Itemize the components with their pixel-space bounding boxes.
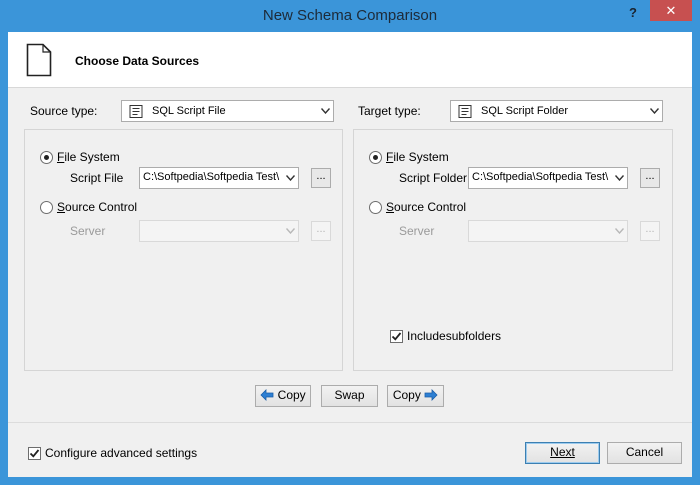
chevron-down-icon [286,228,295,234]
chevron-down-icon [615,175,624,181]
close-button[interactable]: ✕ [650,0,692,21]
swap-label: Swap [334,388,365,402]
script-file-icon [129,105,143,118]
source-filesystem-label[interactable]: File System [57,150,120,164]
target-server-browse-button[interactable]: ... [640,221,660,241]
target-server-combo[interactable] [468,220,628,242]
title-bar[interactable]: New Schema Comparison ? ✕ [0,0,700,32]
checkmark-icon [391,332,402,341]
target-source-control-text: ource Control [394,200,467,214]
help-button[interactable]: ? [622,3,644,23]
target-source-control-radio[interactable] [369,201,382,214]
script-file-path-combo[interactable]: C:\Softpedia\Softpedia Test\ [139,167,299,189]
source-type-value: SQL Script File [152,105,226,117]
target-type-dropdown[interactable]: SQL Script Folder [450,100,663,122]
source-browse-button[interactable]: ... [311,168,331,188]
target-filesystem-radio[interactable] [369,151,382,164]
radio-selected-dot [373,155,378,160]
arrow-right-icon [424,388,438,401]
swap-button[interactable]: Swap [321,385,378,407]
target-filesystem-text: ile System [393,150,449,164]
page-title: Choose Data Sources [75,54,200,68]
next-label: Next [550,445,575,459]
window-title: New Schema Comparison [262,7,438,24]
script-file-label: Script File [70,171,124,185]
source-panel: File System Script File C:\Softpedia\Sof… [24,129,343,371]
chevron-down-icon [286,175,295,181]
chevron-down-icon [650,108,659,114]
target-source-control-label[interactable]: Source Control [386,200,466,214]
source-server-browse-button[interactable]: ... [311,221,331,241]
source-control-radio[interactable] [40,201,53,214]
source-server-label: Server [70,224,106,238]
next-button[interactable]: Next [525,442,600,464]
radio-selected-dot [44,155,49,160]
script-folder-path-combo[interactable]: C:\Softpedia\Softpedia Test\ [468,167,628,189]
copy-left-button[interactable]: Copy [255,385,311,407]
copy-right-button[interactable]: Copy [387,385,444,407]
source-type-dropdown[interactable]: SQL Script File [121,100,334,122]
script-folder-label: Script Folder [399,171,468,185]
configure-advanced-label[interactable]: Configure advanced settings [45,446,197,460]
source-type-label: Source type: [30,104,98,118]
dialog-client-area: Choose Data Sources Source type: SQL Scr… [8,32,692,477]
configure-advanced-checkbox[interactable] [28,447,41,460]
header-banner: Choose Data Sources [8,32,692,88]
copy-right-label: Copy [392,388,421,402]
script-file-path-value[interactable]: C:\Softpedia\Softpedia Test\ [143,171,281,183]
target-panel: File System Script Folder C:\Softpedia\S… [353,129,673,371]
include-subfolders-label[interactable]: Includesubfolders [407,329,501,343]
target-browse-button[interactable]: ... [640,168,660,188]
script-file-icon [458,105,472,118]
source-server-combo[interactable] [139,220,299,242]
chevron-down-icon [321,108,330,114]
checkmark-icon [29,449,40,458]
arrow-left-icon [260,388,274,401]
access-key: S [57,200,66,214]
target-type-label: Target type: [358,104,421,118]
source-control-text: ource Control [65,200,138,214]
footer-divider [8,422,692,423]
target-type-value: SQL Script Folder [481,105,569,117]
dialog-window: New Schema Comparison ? ✕ Choose Data So… [0,0,700,485]
cancel-button[interactable]: Cancel [607,442,682,464]
script-folder-path-value[interactable]: C:\Softpedia\Softpedia Test\ [472,171,610,183]
cancel-label: Cancel [625,445,664,459]
include-subfolders-checkbox[interactable] [390,330,403,343]
access-key: S [386,200,395,214]
document-icon [26,43,52,77]
source-filesystem-radio[interactable] [40,151,53,164]
target-server-label: Server [399,224,435,238]
source-filesystem-text: ile System [64,150,120,164]
source-control-label[interactable]: Source Control [57,200,137,214]
copy-left-label: Copy [277,388,306,402]
chevron-down-icon [615,228,624,234]
target-filesystem-label[interactable]: File System [386,150,449,164]
